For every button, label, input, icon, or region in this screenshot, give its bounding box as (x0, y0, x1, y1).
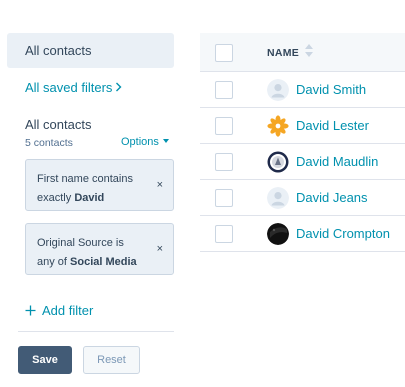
row-checkbox[interactable] (215, 189, 233, 207)
default-person-avatar-icon (267, 187, 289, 209)
contacts-table: NAME David Smith David Lester David Maud… (200, 33, 405, 254)
remove-filter-icon[interactable]: × (157, 176, 163, 195)
chevron-right-icon (115, 80, 122, 95)
caret-down-icon (162, 139, 169, 144)
table-row: David Maudlin (200, 144, 405, 180)
table-row: David Jeans (200, 180, 405, 216)
contact-name-link[interactable]: David Maudlin (296, 154, 378, 169)
options-dropdown[interactable]: Options (121, 136, 169, 148)
emblem-avatar-icon (267, 151, 289, 173)
table-header: NAME (200, 33, 405, 72)
options-label: Options (121, 136, 159, 148)
all-saved-filters-link[interactable]: All saved filters (25, 80, 122, 95)
remove-filter-icon[interactable]: × (157, 240, 163, 259)
filter-prefix: First name contains (37, 173, 133, 185)
add-filter-label: Add filter (42, 303, 94, 318)
row-checkbox[interactable] (215, 117, 233, 135)
row-checkbox[interactable] (215, 81, 233, 99)
save-button[interactable]: Save (18, 346, 72, 374)
contact-name-link[interactable]: David Smith (296, 82, 366, 97)
filter-value: David (74, 192, 105, 204)
sort-icon[interactable] (305, 42, 313, 60)
filter-value: Social Media (70, 256, 137, 268)
name-column-header[interactable]: NAME (267, 47, 299, 59)
contact-count: 5 contacts (25, 137, 73, 149)
add-filter-button[interactable]: Add filter (25, 300, 93, 320)
view-all-contacts[interactable]: All contacts (7, 33, 174, 68)
divider (18, 331, 174, 332)
row-checkbox[interactable] (215, 225, 233, 243)
filter-connector: exactly (37, 192, 72, 204)
default-person-avatar-icon (267, 79, 289, 101)
contact-name-link[interactable]: David Crompton (296, 226, 390, 241)
dark-photo-avatar-icon (267, 223, 289, 245)
filter-prefix: Original Source is (37, 237, 124, 249)
table-row: David Smith (200, 72, 405, 108)
reset-button[interactable]: Reset (83, 346, 140, 374)
contact-name-link[interactable]: David Lester (296, 118, 369, 133)
orange-pinwheel-avatar-icon (267, 115, 289, 137)
table-row: David Crompton (200, 216, 405, 252)
row-checkbox[interactable] (215, 153, 233, 171)
filter-connector: any of (37, 256, 67, 268)
filter-panel: All contacts All saved filters All conta… (0, 0, 190, 387)
plus-icon (25, 301, 36, 320)
select-all-checkbox[interactable] (215, 44, 233, 62)
table-row: David Lester (200, 108, 405, 144)
filter-card[interactable]: First name contains exactly David × (25, 159, 174, 211)
filter-card[interactable]: Original Source is any of Social Media × (25, 223, 174, 275)
contact-name-link[interactable]: David Jeans (296, 190, 368, 205)
saved-filters-label: All saved filters (25, 80, 113, 95)
filter-group-title: All contacts (25, 117, 92, 132)
view-label: All contacts (25, 43, 92, 58)
